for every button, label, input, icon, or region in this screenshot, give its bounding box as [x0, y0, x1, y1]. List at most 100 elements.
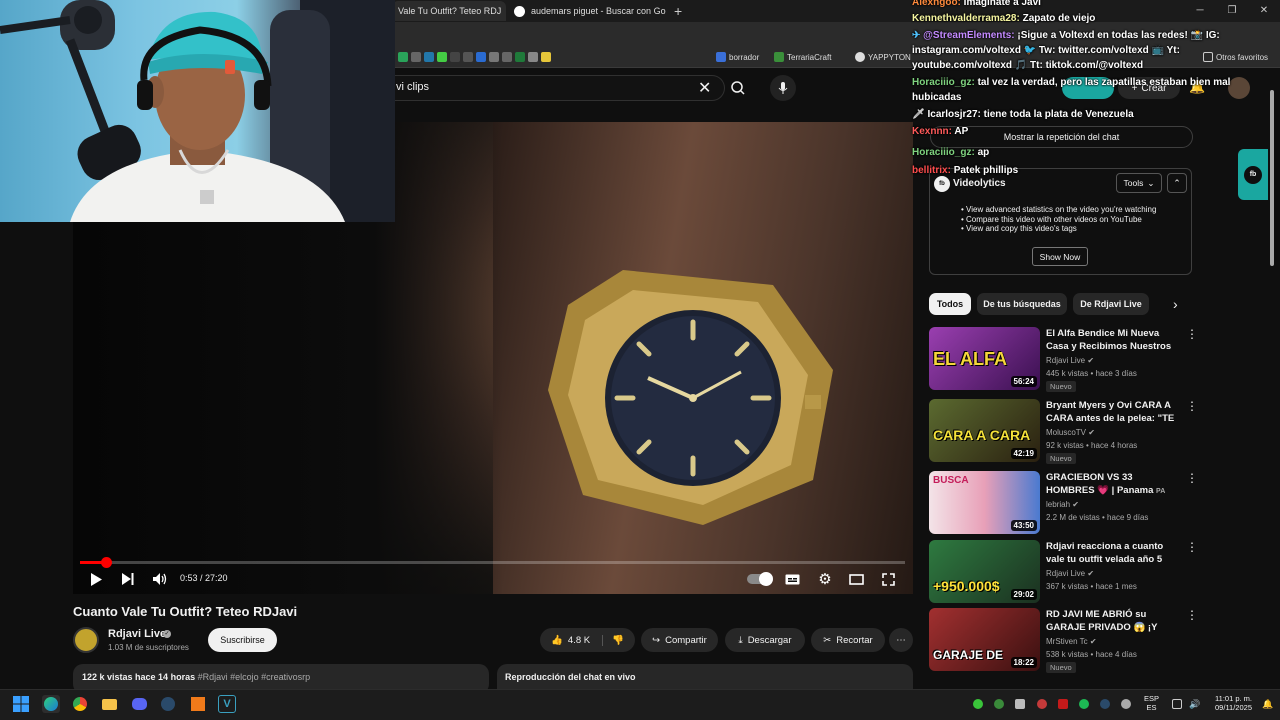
channel-name[interactable]: Rdjavi Live [108, 628, 166, 640]
videolytics-show-now-button[interactable]: Show Now [1032, 247, 1088, 266]
video-channel[interactable]: Rdjavi Live ✔ [1046, 569, 1094, 578]
tray-steam-icon[interactable] [1100, 699, 1110, 709]
clip-button[interactable]: ✂ Recortar [811, 628, 885, 652]
recommended-video[interactable]: CARA A CARA 42:19 Bryant Myers y Ovi CAR… [929, 399, 1198, 464]
clip-label: Recortar [836, 634, 873, 646]
video-title[interactable]: El Alfa Bendice Mi Nueva Casa y Recibimo… [1046, 327, 1180, 354]
recommended-video[interactable]: EL ALFA 56:24 El Alfa Bendice Mi Nueva C… [929, 327, 1198, 392]
autoplay-toggle[interactable] [747, 572, 773, 586]
progress-bar[interactable] [80, 561, 905, 564]
chat-username: Horaciiio_gz: [912, 147, 975, 158]
search-input-value[interactable]: vi clips [396, 81, 429, 93]
recommended-video[interactable]: BUSCA 43:50 GRACIEBON VS 33 HOMBRES 💗 | … [929, 471, 1198, 535]
discord-icon[interactable] [130, 695, 148, 713]
bookmark-terrariacraft[interactable]: TerrariaCraft [774, 52, 831, 62]
tab-label: audemars piguet - Buscar con Go [531, 6, 666, 16]
chrome-icon[interactable] [71, 695, 89, 713]
bookmark-label: YAPPYTON [868, 52, 911, 62]
subtitles-button[interactable] [784, 570, 800, 588]
more-vertical-icon[interactable]: ⋮ [1186, 608, 1198, 622]
mute-button[interactable] [151, 570, 169, 588]
tray-discord-icon[interactable] [1015, 699, 1025, 709]
chip-de-tus-busquedas[interactable]: De tus búsquedas [977, 293, 1067, 315]
tray-app-icon[interactable] [1037, 699, 1047, 709]
chevron-right-icon[interactable]: › [1173, 296, 1178, 312]
video-duration: 56:24 [1010, 376, 1037, 387]
close-window-icon[interactable]: ✕ [1248, 0, 1280, 22]
search-input[interactable] [395, 75, 725, 101]
edge-browser-icon[interactable] [42, 695, 60, 713]
new-tab-icon[interactable]: + [674, 3, 682, 19]
dislike-button[interactable]: 👎 [608, 635, 624, 646]
channel-avatar[interactable] [73, 627, 99, 653]
bookmark-borrador[interactable]: borrador [716, 52, 759, 62]
video-channel[interactable]: lebriah ✔ [1046, 500, 1079, 509]
tab-google-search[interactable]: audemars piguet - Buscar con Go ✕ [508, 1, 668, 21]
video-channel[interactable]: MoluscoTV ✔ [1046, 428, 1095, 437]
play-button[interactable] [88, 570, 104, 588]
video-title[interactable]: GRACIEBON VS 33 HOMBRES 💗 | Panama PA [1046, 471, 1180, 498]
tray-app-icon[interactable] [973, 699, 983, 709]
share-button[interactable]: ↪ Compartir [641, 628, 718, 652]
webcam-image [0, 0, 395, 222]
tray-app-icon[interactable] [1121, 699, 1131, 709]
v-logo-icon: V [223, 698, 231, 710]
like-button[interactable]: 👍 4.8 K [551, 634, 604, 646]
theater-mode-button[interactable] [848, 570, 864, 588]
volume-tray-icon[interactable]: 🔊 [1189, 699, 1200, 709]
more-actions-button[interactable]: ⋯ [889, 628, 913, 652]
bookmark-icons-group[interactable] [398, 52, 551, 62]
clear-search-icon[interactable]: ✕ [698, 78, 711, 98]
more-vertical-icon[interactable]: ⋮ [1186, 540, 1198, 554]
more-vertical-icon[interactable]: ⋮ [1186, 471, 1198, 485]
more-vertical-icon[interactable]: ⋮ [1186, 399, 1198, 413]
download-button[interactable]: ⤓ Descargar [725, 628, 805, 652]
channel-label: MoluscoTV [1046, 428, 1087, 437]
chat-text: Zapato de viejo [1022, 13, 1096, 24]
video-channel[interactable]: MrStiven Tc ✔ [1046, 637, 1097, 646]
video-thumbnail[interactable]: GARAJE DE 18:22 [929, 608, 1040, 671]
video-title[interactable]: Rdjavi reacciona a cuanto vale tu outfit… [1046, 540, 1180, 566]
file-explorer-icon[interactable] [100, 695, 118, 713]
search-button[interactable] [725, 75, 751, 101]
video-channel[interactable]: Rdjavi Live ✔ [1046, 356, 1094, 365]
bookmark-yappyton[interactable]: YAPPYTON [855, 52, 911, 62]
vegas-icon[interactable]: V [218, 695, 236, 713]
tab-current-video[interactable]: Vale Tu Outfit? Teteo RDJ ✕ [392, 1, 506, 21]
subscribe-button[interactable]: Suscribirse [208, 628, 277, 652]
video-title[interactable]: RD JAVI ME ABRIÓ su GARAJE PRIVADO 😱 ¡Y … [1046, 608, 1180, 635]
share-icon: ↪ [652, 634, 661, 646]
clock-time: 11:01 p. m. [1215, 694, 1252, 703]
tray-spotify-icon[interactable] [1079, 699, 1089, 709]
video-title[interactable]: Bryant Myers y Ovi CARA A CARA antes de … [1046, 399, 1180, 426]
recommended-video[interactable]: GARAJE DE 18:22 RD JAVI ME ABRIÓ su GARA… [929, 608, 1198, 673]
hashtags[interactable]: #Rdjavi #elcojo #creativosrp [198, 672, 311, 682]
tray-app-icon[interactable] [994, 699, 1004, 709]
progress-scrubber[interactable] [101, 557, 112, 568]
more-horizontal-icon: ⋯ [896, 634, 906, 646]
network-icon[interactable] [1172, 699, 1182, 709]
input-language-indicator[interactable]: ESP ES [1144, 694, 1159, 712]
recommended-video[interactable]: +950.000$ 29:02 Rdjavi reacciona a cuant… [929, 540, 1198, 604]
system-clock[interactable]: 11:01 p. m. 09/11/2025 [1206, 694, 1252, 712]
more-vertical-icon[interactable]: ⋮ [1186, 327, 1198, 341]
settings-button[interactable]: ⚙ [816, 570, 834, 588]
video-thumbnail[interactable]: CARA A CARA 42:19 [929, 399, 1040, 462]
chip-de-rdjavi-live[interactable]: De Rdjavi Live [1073, 293, 1149, 315]
video-thumbnail[interactable]: +950.000$ 29:02 [929, 540, 1040, 603]
app-icon[interactable] [189, 695, 207, 713]
windows-start-icon[interactable] [12, 695, 30, 713]
tray-record-icon[interactable] [1058, 699, 1068, 709]
video-thumbnail[interactable]: BUSCA 43:50 [929, 471, 1040, 534]
next-button[interactable] [120, 570, 136, 588]
fullscreen-button[interactable] [880, 570, 896, 588]
page-scrollbar-thumb[interactable] [1270, 90, 1274, 266]
chat-username: Kexnnn: [912, 126, 952, 137]
voice-search-button[interactable] [770, 75, 796, 101]
steam-icon[interactable] [159, 695, 177, 713]
bookmark-icon [716, 52, 726, 62]
notifications-tray-icon[interactable]: 🔔 [1262, 699, 1273, 709]
feature-item: Compare this video with other videos on … [961, 215, 1156, 225]
chip-todos[interactable]: Todos [929, 293, 971, 315]
video-thumbnail[interactable]: EL ALFA 56:24 [929, 327, 1040, 390]
